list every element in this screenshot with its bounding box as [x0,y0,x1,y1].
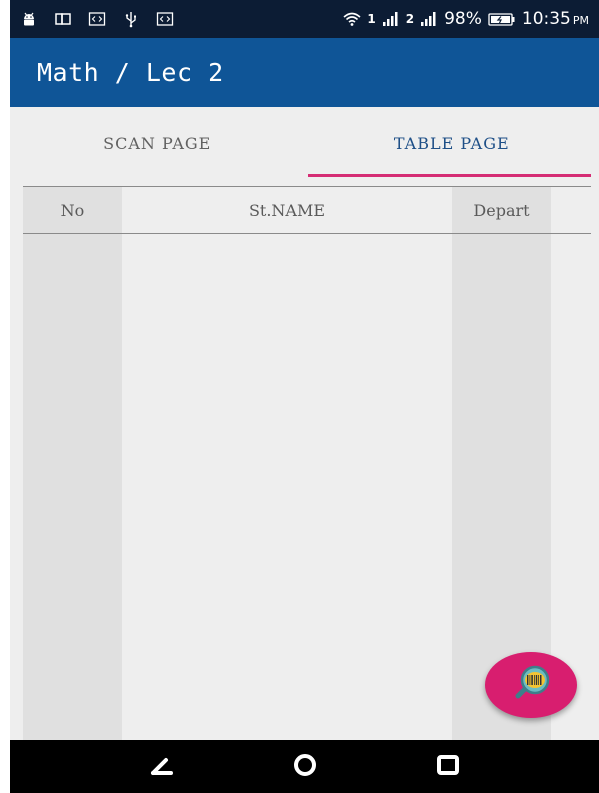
column-header-no: No [23,187,122,234]
wifi-icon [343,10,361,28]
system-nav-bar [10,740,599,793]
home-icon [291,751,319,783]
code-icon [156,10,174,28]
back-icon [148,751,176,783]
status-bar: 1 2 98% 10:35 PM [10,0,599,38]
signal-icon [382,10,400,28]
sim1-label: 1 [367,12,376,26]
barcode-search-icon [509,663,553,707]
code-icon [88,10,106,28]
status-bar-notifications [20,10,174,28]
signal-icon [420,10,438,28]
battery-charging-icon [488,10,516,28]
column-name [122,234,452,740]
tab-bar: SCAN PAGE TABLE PAGE [10,107,599,179]
phone-screen: 1 2 98% 10:35 PM Math / Lec 2 SCAN PAGE T… [10,0,599,793]
app-bar: Math / Lec 2 [10,38,599,107]
tab-table-page[interactable]: TABLE PAGE [305,107,599,179]
tab-scan-page[interactable]: SCAN PAGE [10,107,305,179]
battery-percent: 98% [444,9,482,29]
scan-barcode-fab[interactable] [485,652,577,718]
usb-icon [122,10,140,28]
page-title: Math / Lec 2 [37,58,224,87]
status-time: 10:35 PM [521,9,589,29]
sim2-label: 2 [405,12,415,26]
nav-back-button[interactable] [142,747,182,787]
nav-recents-button[interactable] [428,747,468,787]
android-icon [20,10,38,28]
tab-indicator [308,174,591,177]
status-bar-system: 1 2 98% 10:35 PM [343,9,589,29]
column-no [23,234,122,740]
column-header-depart: Depart [452,187,551,234]
table-header: No St.NAME Depart [23,187,591,234]
screen-mirror-icon [54,10,72,28]
column-header-name: St.NAME [122,187,452,234]
nav-home-button[interactable] [285,747,325,787]
column-header-spacer [551,187,591,234]
recents-icon [434,751,462,783]
